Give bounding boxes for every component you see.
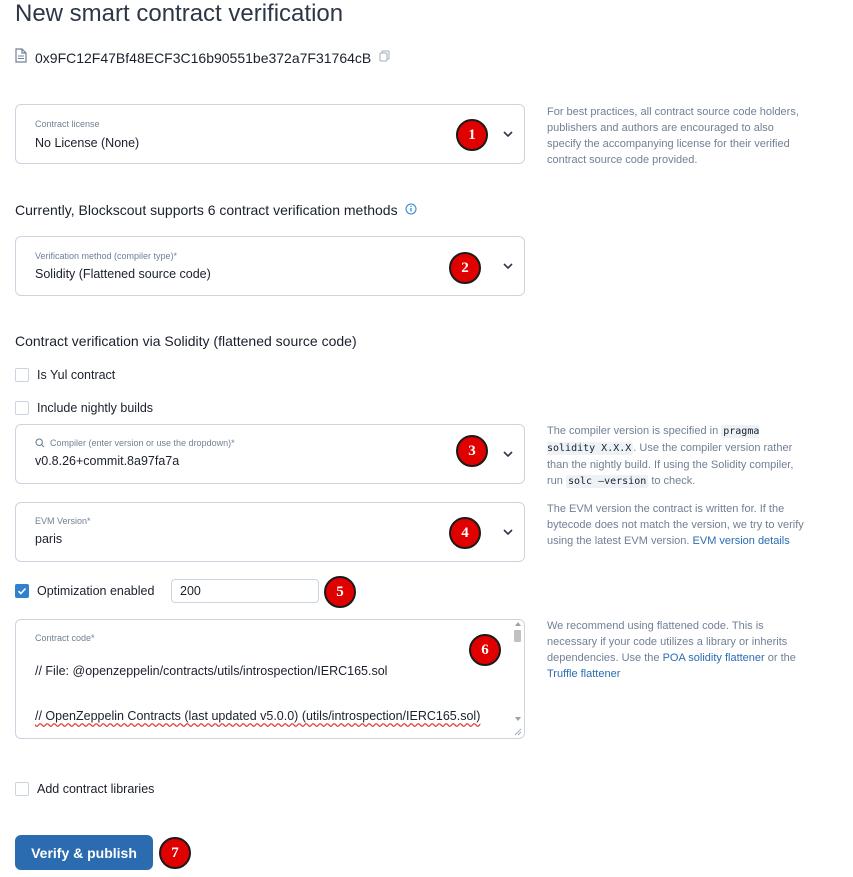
contract-address-row: 0x9FC12F47Bf48ECF3C16b90551be372a7F31764… <box>15 48 390 68</box>
chevron-down-icon[interactable] <box>502 128 514 140</box>
info-icon[interactable] <box>405 202 417 218</box>
yul-checkbox-label: Is Yul contract <box>37 368 116 382</box>
libraries-label: Add contract libraries <box>37 782 155 796</box>
verification-method-value: Solidity (Flattened source code) <box>35 267 211 281</box>
license-help-text: For best practices, all contract source … <box>547 106 799 166</box>
evm-version-details-link[interactable]: EVM version details <box>693 535 790 547</box>
step-badge-7: 7 <box>159 837 191 869</box>
optimization-label: Optimization enabled <box>37 584 155 598</box>
truffle-flattener-link[interactable]: Truffle flattener <box>547 668 620 680</box>
evm-version-label: EVM Version* <box>35 516 91 526</box>
methods-heading: Currently, Blockscout supports 6 contrac… <box>15 202 417 218</box>
compiler-help-text: The compiler version is specified in pra… <box>547 423 809 490</box>
verify-publish-button[interactable]: Verify & publish <box>15 835 153 870</box>
copy-icon[interactable] <box>379 49 390 67</box>
poa-flattener-link[interactable]: POA solidity flattener <box>663 652 765 664</box>
contract-code-textarea[interactable]: Contract code* // File: @openzeppelin/co… <box>15 619 525 739</box>
nightly-checkbox-label: Include nightly builds <box>37 401 154 415</box>
contract-license-label: Contract license <box>35 119 100 129</box>
compiler-help-3: to check. <box>651 475 696 487</box>
chevron-down-icon[interactable] <box>502 260 514 272</box>
methods-heading-text: Currently, Blockscout supports 6 contrac… <box>15 202 398 218</box>
contract-license-value: No License (None) <box>35 136 140 150</box>
libraries-checkbox[interactable] <box>15 782 29 796</box>
code-line-2: // OpenZeppelin Contracts (last updated … <box>35 709 481 723</box>
optimization-checkbox-row[interactable]: Optimization enabled <box>15 584 154 598</box>
yul-checkbox[interactable] <box>15 368 29 382</box>
step-badge-3: 3 <box>456 435 488 467</box>
yul-checkbox-row[interactable]: Is Yul contract <box>15 368 115 382</box>
document-icon <box>15 48 27 68</box>
resize-handle-icon[interactable] <box>514 728 522 736</box>
nightly-checkbox-row[interactable]: Include nightly builds <box>15 401 153 415</box>
step-badge-5: 5 <box>324 576 356 608</box>
libraries-checkbox-row[interactable]: Add contract libraries <box>15 782 154 796</box>
code-help-2: or the <box>767 652 796 664</box>
contract-code-label: Contract code* <box>35 633 95 643</box>
check-icon <box>17 587 27 595</box>
code-scrollbar[interactable] <box>513 622 522 734</box>
page-title: New smart contract verification <box>15 0 344 27</box>
contract-license-select[interactable]: Contract license No License (None) <box>15 104 525 164</box>
contract-address: 0x9FC12F47Bf48ECF3C16b90551be372a7F31764… <box>35 50 372 66</box>
verification-method-label: Verification method (compiler type)* <box>35 251 178 261</box>
optimization-runs-input[interactable]: 200 <box>171 579 319 603</box>
compiler-select[interactable]: Compiler (enter version or use the dropd… <box>15 424 525 484</box>
compiler-value: v0.8.26+commit.8a97fa7a <box>35 454 180 468</box>
step-badge-6: 6 <box>469 634 501 666</box>
chevron-down-icon[interactable] <box>502 526 514 538</box>
compiler-help-1: The compiler version is specified in <box>547 425 719 437</box>
code-help-text: We recommend using flattened code. This … <box>547 618 809 682</box>
compiler-label: Compiler (enter version or use the dropd… <box>50 438 235 448</box>
code-line-1: // File: @openzeppelin/contracts/utils/i… <box>35 664 388 678</box>
step-badge-4: 4 <box>449 517 481 549</box>
evm-version-value: paris <box>35 532 63 546</box>
evm-help-text: The EVM version the contract is written … <box>547 501 809 549</box>
compiler-help-code-2: solc —version <box>565 475 649 488</box>
nightly-checkbox[interactable] <box>15 401 29 415</box>
step-badge-1: 1 <box>456 119 488 151</box>
compiler-label-row: Compiler (enter version or use the dropd… <box>35 438 235 448</box>
optimization-checkbox[interactable] <box>15 584 29 598</box>
section-heading: Contract verification via Solidity (flat… <box>15 333 357 349</box>
chevron-down-icon[interactable] <box>502 448 514 460</box>
search-icon <box>35 438 45 448</box>
step-badge-2: 2 <box>449 252 481 284</box>
